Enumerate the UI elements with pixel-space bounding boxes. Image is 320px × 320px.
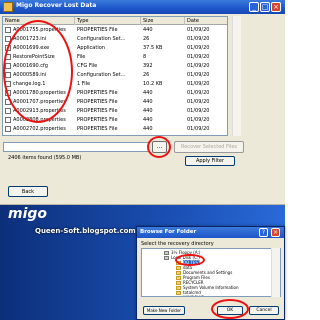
folder-tree[interactable]: 3½ Floppy (A:) Local Disk (C:) DO TEST data… xyxy=(141,248,281,297)
file-date-cell: 01/09/20 xyxy=(187,126,210,132)
file-icon xyxy=(5,126,11,132)
file-size-cell: 26 xyxy=(143,36,150,42)
file-size-cell: 37.5 KB xyxy=(143,45,163,51)
drive-icon xyxy=(164,256,169,260)
file-icon xyxy=(5,117,11,123)
file-type-cell: Application xyxy=(77,45,105,51)
file-date-cell: 01/09/20 xyxy=(187,108,210,114)
tree-node[interactable]: WINDOWS xyxy=(176,295,204,297)
dialog-prompt: Select the recovery directory xyxy=(141,241,214,247)
file-size-cell: 440 xyxy=(143,27,153,33)
file-type-cell: Configuration Set... xyxy=(77,36,126,42)
file-type-cell: File xyxy=(77,54,86,60)
window-title: Migo Recover Lost Data xyxy=(16,2,97,9)
file-type-cell: PROPERTIES File xyxy=(77,126,118,132)
file-type-cell: PROPERTIES File xyxy=(77,27,118,33)
file-type-cell: PROPERTIES File xyxy=(77,117,118,123)
file-size-cell: 440 xyxy=(143,126,153,132)
folder-tree-scrollbar[interactable] xyxy=(271,248,280,297)
tree-node-label: WINDOWS xyxy=(183,295,204,296)
file-size-cell: 392 xyxy=(143,63,153,69)
migo-logo: migo xyxy=(8,206,48,222)
dialog-help-button[interactable]: ? xyxy=(259,228,268,237)
file-size-cell: 440 xyxy=(143,108,153,114)
annotation-circle-files xyxy=(3,20,73,123)
file-row[interactable]: A0002702.properties PROPERTIES File 440 01/… xyxy=(3,125,227,133)
browse-for-folder-dialog: Browse For Folder ? × Select the recover… xyxy=(136,226,285,320)
annotation-circle-ok xyxy=(211,299,249,319)
file-date-cell: 01/09/20 xyxy=(187,63,210,69)
annotation-circle-folder xyxy=(175,254,205,266)
file-icon xyxy=(5,108,11,114)
file-date-cell: 01/09/20 xyxy=(187,27,210,33)
file-list-scrollbar[interactable] xyxy=(232,16,241,136)
file-type-cell: 1 File xyxy=(77,81,91,87)
file-type-cell: PROPERTIES File xyxy=(77,90,118,96)
file-date-cell: 01/09/20 xyxy=(187,54,210,60)
dialog-close-button[interactable]: × xyxy=(271,228,280,237)
maximize-button[interactable]: □ xyxy=(260,2,270,12)
dialog-title-bar: Browse For Folder ? × xyxy=(137,227,284,238)
file-type-cell: CFG File xyxy=(77,63,98,69)
cancel-button[interactable]: Cancel xyxy=(249,306,279,315)
back-button[interactable]: Back xyxy=(8,186,48,197)
column-header-date[interactable]: Date xyxy=(185,17,227,25)
watermark-text: Queen-Soft.blogspot.com xyxy=(35,227,136,235)
file-size-cell: 440 xyxy=(143,99,153,105)
recovery-path-field[interactable] xyxy=(3,142,149,152)
file-type-cell: Configuration Set... xyxy=(77,72,126,78)
file-size-cell: 440 xyxy=(143,117,153,123)
file-type-cell: PROPERTIES File xyxy=(77,108,118,114)
file-type-cell: PROPERTIES File xyxy=(77,99,118,105)
recover-selected-files-button[interactable]: Recover Selected Files xyxy=(174,141,244,153)
folder-icon xyxy=(176,296,181,297)
file-size-cell: 440 xyxy=(143,90,153,96)
title-bar: Migo Recover Lost Data _ □ × xyxy=(0,0,285,14)
file-date-cell: 01/09/20 xyxy=(187,99,210,105)
file-size-cell: 8 xyxy=(143,54,147,60)
file-date-cell: 01/09/20 xyxy=(187,81,210,87)
file-date-cell: 01/09/20 xyxy=(187,72,210,78)
annotation-circle-browse xyxy=(147,136,171,158)
file-name-cell: A0002702.properties xyxy=(13,126,66,132)
file-date-cell: 01/09/20 xyxy=(187,117,210,123)
file-icon xyxy=(5,27,11,33)
column-header-size[interactable]: Size xyxy=(141,17,185,25)
column-header-type[interactable]: Type xyxy=(75,17,141,25)
make-new-folder-button[interactable]: Make New Folder xyxy=(143,306,185,315)
app-icon xyxy=(3,2,13,12)
file-size-cell: 26 xyxy=(143,72,150,78)
items-found-status: 2406 items found (595.0 MB) xyxy=(8,155,82,161)
close-button[interactable]: × xyxy=(271,2,281,12)
dialog-title: Browse For Folder xyxy=(140,229,197,235)
file-size-cell: 10.2 KB xyxy=(143,81,163,87)
file-date-cell: 01/09/20 xyxy=(187,45,210,51)
file-date-cell: 01/09/20 xyxy=(187,36,210,42)
file-date-cell: 01/09/20 xyxy=(187,90,210,96)
minimize-button[interactable]: _ xyxy=(249,2,259,12)
apply-filter-button[interactable]: Apply Filter xyxy=(185,156,235,166)
